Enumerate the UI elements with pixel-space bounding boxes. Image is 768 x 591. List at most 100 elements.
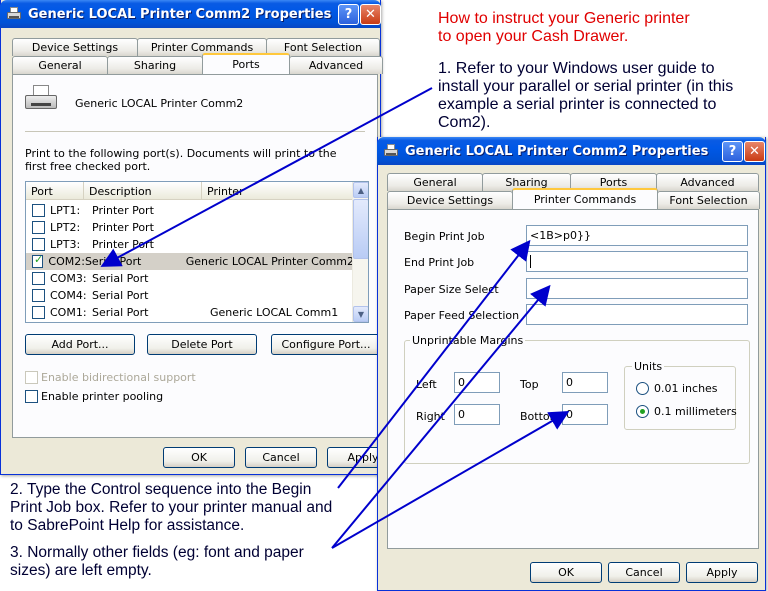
- port-name: COM2:: [48, 255, 85, 268]
- printer-name: Generic LOCAL Printer Comm2: [75, 97, 244, 110]
- port-row[interactable]: COM2:Serial Port Generic LOCAL Printer Co…: [26, 253, 354, 270]
- port-description: Serial Port: [92, 272, 149, 285]
- pooling-label: Enable printer pooling: [41, 390, 164, 403]
- step2-line: 2. Type the Control sequence into the Be…: [10, 481, 312, 498]
- port-description: Serial Port: [84, 255, 142, 268]
- cancel-button[interactable]: Cancel: [245, 447, 317, 468]
- port-row[interactable]: COM3: Serial Port: [26, 270, 354, 287]
- configure-port-button[interactable]: Configure Port...: [271, 334, 381, 355]
- tab-font-selection[interactable]: Font Selection: [657, 191, 760, 209]
- tab-advanced[interactable]: Advanced: [656, 173, 759, 191]
- port-name: COM1:: [50, 306, 87, 319]
- close-button[interactable]: ✕: [360, 4, 381, 25]
- end-print-job-input[interactable]: [526, 251, 748, 272]
- unprintable-margins-title: Unprintable Margins: [410, 334, 526, 347]
- bidirectional-checkbox[interactable]: [25, 371, 38, 384]
- heading-line: to open your Cash Drawer.: [438, 28, 629, 45]
- ports-window-titlebar[interactable]: Generic LOCAL Printer Comm2 Properties ?…: [0, 0, 381, 28]
- paper-feed-selection-label: Paper Feed Selection: [404, 309, 520, 322]
- port-row[interactable]: COM4: Serial Port: [26, 287, 354, 304]
- units-group: [624, 366, 736, 430]
- port-checkbox[interactable]: [32, 289, 45, 302]
- delete-port-button[interactable]: Delete Port: [147, 334, 257, 355]
- close-button[interactable]: ✕: [744, 141, 765, 162]
- unit-millimeters-label: 0.1 millimeters: [654, 405, 737, 418]
- port-printer: Generic LOCAL Comm1: [210, 306, 339, 319]
- help-button[interactable]: ?: [722, 141, 743, 162]
- step1-line: example a serial printer is connected to: [438, 96, 717, 113]
- step3-note: 3. Normally other fields (eg: font and p…: [10, 544, 375, 580]
- ok-button[interactable]: OK: [530, 562, 602, 583]
- scroll-thumb[interactable]: [353, 199, 368, 259]
- step3-line: sizes) are left empty.: [10, 562, 152, 579]
- port-row[interactable]: COM1: Serial Port Generic LOCAL Comm1: [26, 304, 354, 321]
- tab-advanced[interactable]: Advanced: [289, 56, 383, 74]
- port-checkbox[interactable]: [32, 221, 45, 234]
- port-instruction: Print to the following port(s). Document…: [25, 147, 337, 173]
- separator: [25, 131, 365, 132]
- left-margin-input[interactable]: 0: [454, 372, 500, 393]
- tab-printer-commands[interactable]: Printer Commands: [512, 188, 658, 209]
- tab-general[interactable]: General: [12, 56, 108, 74]
- left-margin-label: Left: [416, 378, 437, 391]
- port-row[interactable]: LPT3: Printer Port: [26, 236, 354, 253]
- port-printer: Generic LOCAL Printer Comm2: [185, 255, 354, 268]
- printer-icon: [383, 144, 399, 158]
- column-printer[interactable]: Printer: [202, 182, 354, 200]
- step2-note: 2. Type the Control sequence into the Be…: [10, 481, 375, 535]
- paper-feed-selection-input[interactable]: [526, 304, 748, 325]
- top-margin-input[interactable]: 0: [562, 372, 608, 393]
- bottom-margin-input[interactable]: 0: [562, 404, 608, 425]
- port-name: COM4:: [50, 289, 87, 302]
- tab-general[interactable]: General: [387, 173, 483, 191]
- port-checkbox[interactable]: [32, 238, 45, 251]
- tab-sharing[interactable]: Sharing: [107, 56, 203, 74]
- printer-large-icon: [25, 85, 57, 113]
- port-list-scrollbar[interactable]: ▲ ▼: [352, 182, 368, 322]
- port-name: COM3:: [50, 272, 87, 285]
- port-name: LPT2:: [50, 221, 81, 234]
- text-caret: [530, 255, 531, 268]
- paper-size-select-input[interactable]: [526, 278, 748, 299]
- tab-row-front: Device Settings Printer Commands Font Se…: [387, 188, 760, 209]
- commands-window-titlebar[interactable]: Generic LOCAL Printer Comm2 Properties ?…: [377, 137, 766, 165]
- port-row[interactable]: LPT2: Printer Port: [26, 219, 354, 236]
- printer-commands-window: Generic LOCAL Printer Comm2 Properties ?…: [377, 137, 766, 591]
- step2-line: to SabrePoint Help for assistance.: [10, 517, 245, 534]
- right-margin-input[interactable]: 0: [454, 404, 500, 425]
- window-title: Generic LOCAL Printer Comm2 Properties: [28, 6, 332, 22]
- unit-millimeters-radio[interactable]: [636, 405, 649, 418]
- tab-device-settings[interactable]: Device Settings: [387, 191, 513, 209]
- ok-button[interactable]: OK: [163, 447, 235, 468]
- unit-inches-radio[interactable]: [636, 382, 649, 395]
- port-list[interactable]: Port Description Printer LPT1: Printer Po…: [25, 181, 369, 323]
- units-title: Units: [632, 360, 665, 373]
- apply-button[interactable]: Apply: [686, 562, 758, 583]
- port-description: Printer Port: [92, 238, 154, 251]
- port-checkbox[interactable]: [32, 272, 45, 285]
- step1-note: 1. Refer to your Windows user guide to i…: [438, 60, 766, 132]
- cancel-button[interactable]: Cancel: [608, 562, 680, 583]
- pooling-checkbox[interactable]: [25, 390, 38, 403]
- step2-line: Print Job box. Refer to your printer man…: [10, 499, 333, 516]
- column-description[interactable]: Description: [84, 182, 202, 200]
- add-port-button[interactable]: Add Port...: [25, 334, 135, 355]
- step3-line: 3. Normally other fields (eg: font and p…: [10, 544, 304, 561]
- begin-print-job-input[interactable]: <1B>p0}}: [526, 225, 748, 246]
- help-button[interactable]: ?: [338, 4, 359, 25]
- port-checkbox[interactable]: [32, 204, 45, 217]
- tab-device-settings[interactable]: Device Settings: [12, 38, 138, 56]
- port-checkbox[interactable]: [32, 253, 44, 268]
- tab-ports[interactable]: Ports: [202, 53, 290, 74]
- bidirectional-label: Enable bidirectional support: [41, 371, 196, 384]
- port-name: LPT3:: [50, 238, 81, 251]
- column-port[interactable]: Port: [26, 182, 84, 200]
- begin-print-job-label: Begin Print Job: [404, 230, 485, 243]
- scroll-up-arrow-icon[interactable]: ▲: [353, 182, 368, 198]
- scroll-down-arrow-icon[interactable]: ▼: [353, 306, 368, 322]
- port-row[interactable]: LPT1: Printer Port: [26, 202, 354, 219]
- port-checkbox[interactable]: [32, 306, 45, 319]
- ports-tab-panel: Generic LOCAL Printer Comm2 Print to the…: [12, 74, 381, 438]
- port-description: Serial Port: [92, 289, 149, 302]
- port-description: Serial Port: [92, 306, 149, 319]
